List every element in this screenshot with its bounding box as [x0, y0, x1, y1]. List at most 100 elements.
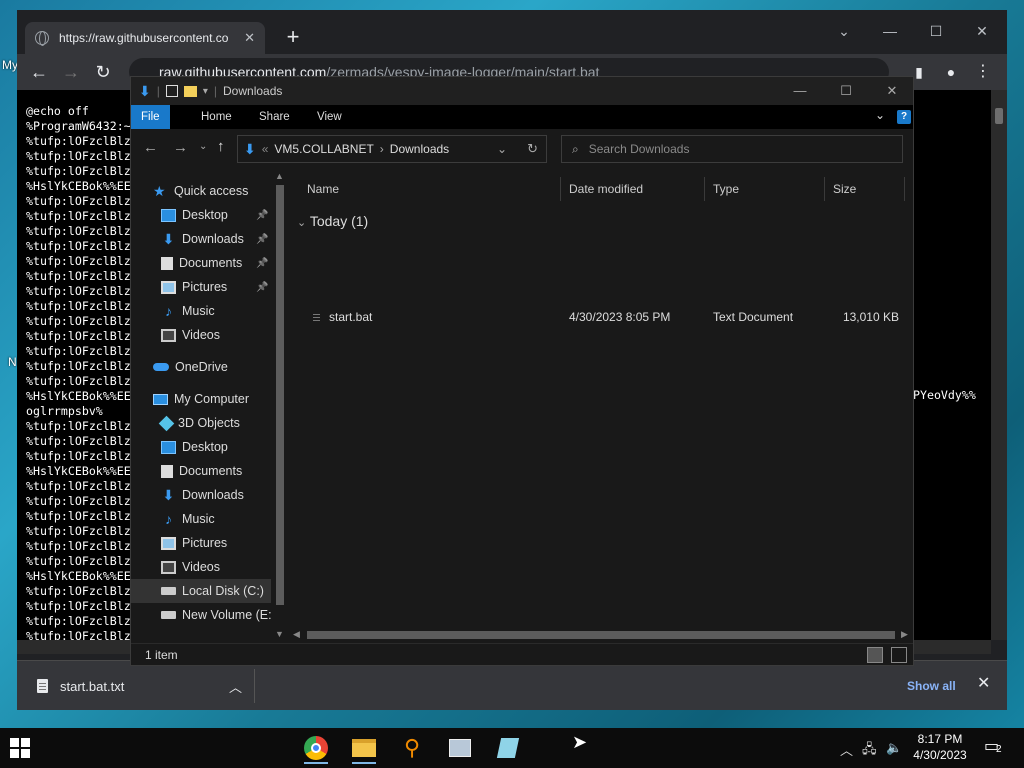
breadcrumb-current[interactable]: Downloads [390, 142, 449, 156]
profile-icon[interactable]: ● [937, 58, 965, 86]
sidebar-item-label: OneDrive [175, 360, 228, 374]
sidebar-item-pictures[interactable]: Pictures [131, 531, 271, 555]
notepad-app-icon[interactable] [488, 732, 528, 764]
explorer-maximize-button[interactable]: ☐ [823, 77, 869, 105]
code-line: %HslYkCEBok%%EE [26, 179, 131, 193]
navigation-scrollbar[interactable]: ▲ ▼ [271, 169, 289, 643]
search-input[interactable]: ⌕ Search Downloads [561, 135, 903, 163]
tab-close-icon[interactable]: ✕ [244, 30, 255, 46]
network-app-icon[interactable] [440, 732, 480, 764]
sidebar-item-videos[interactable]: Videos [131, 323, 271, 347]
new-tab-button[interactable]: + [279, 24, 307, 52]
sidebar-item-new-volume-e[interactable]: New Volume (E:) [131, 603, 276, 627]
download-item[interactable]: start.bat.txt ︿ [25, 669, 255, 703]
large-icons-view-icon[interactable] [891, 647, 907, 663]
pin-icon: 📌 [256, 233, 269, 245]
sidebar-item-downloads[interactable]: ⬇ Downloads [131, 483, 271, 507]
forward-arrow-icon[interactable]: → [57, 58, 85, 86]
close-download-bar-icon[interactable]: ✕ [977, 673, 990, 693]
code-line: %tufp:lOFzclBlz [26, 239, 131, 253]
up-arrow-icon[interactable]: ↑ [217, 138, 225, 155]
back-arrow-icon[interactable]: ← [25, 58, 53, 86]
breadcrumb[interactable]: ⬇ « VM5.COLLABNET › Downloads ⌄ ↻ [237, 135, 547, 163]
show-all-button[interactable]: Show all [903, 675, 960, 697]
sidebar-item-music[interactable]: ♪ Music [131, 507, 271, 531]
sidebar-item-label: Music [182, 512, 215, 526]
menu-icon[interactable]: ⋮ [969, 58, 997, 86]
forward-arrow-icon[interactable]: → [173, 139, 188, 156]
code-line: %tufp:lOFzclBlz [26, 224, 131, 238]
group-header[interactable]: ⌄ Today (1) [297, 213, 368, 229]
downloads-icon: ⬇ [139, 82, 151, 99]
network-icon[interactable]: 🖧 [862, 740, 877, 762]
chevron-up-icon[interactable]: ︿ [229, 677, 242, 696]
code-line: %tufp:lOFzclBlz [26, 584, 131, 598]
details-view-icon[interactable] [867, 647, 883, 663]
file-list-horizontal-scrollbar[interactable]: ◀ ▶ [289, 627, 913, 643]
customize-toolbar-icon[interactable]: ▾ [203, 86, 208, 97]
sidebar-item-quick-access[interactable]: ★ Quick access [131, 179, 271, 203]
tab-home[interactable]: Home [191, 105, 242, 129]
code-line: %tufp:lOFzclBlz [26, 284, 131, 298]
column-header-date[interactable]: Date modified [561, 177, 705, 201]
desktop-icon-label[interactable]: N [8, 355, 17, 369]
file-size: 13,010 KB [842, 310, 899, 324]
recent-locations-icon[interactable]: ⌄ [199, 141, 207, 152]
music-folder-icon: ♪ [165, 303, 172, 319]
sidebar-item-videos[interactable]: Videos [131, 555, 271, 579]
start-button[interactable] [10, 738, 30, 758]
browser-tab[interactable]: https://raw.githubusercontent.co ✕ [25, 22, 265, 54]
breadcrumb-root[interactable]: VM5.COLLABNET [274, 142, 373, 156]
code-line: oglrrmpsbv% [26, 404, 103, 418]
file-row[interactable]: start.bat 4/30/2023 8:05 PM Text Documen… [289, 305, 913, 329]
help-icon[interactable]: ? [897, 110, 911, 124]
sidebar-item-onedrive[interactable]: OneDrive [131, 355, 271, 379]
sidebar-item-label: Videos [182, 560, 220, 574]
new-folder-icon[interactable] [183, 85, 197, 97]
sidebar-item-label: Quick access [174, 184, 249, 198]
column-header-name[interactable]: Name [299, 177, 561, 201]
column-header-size[interactable]: Size [825, 177, 905, 201]
download-filename: start.bat.txt [60, 678, 125, 694]
sidebar-item-pictures[interactable]: Pictures 📌 [131, 275, 271, 299]
chrome-minimize-button[interactable]: — [867, 16, 913, 46]
code-line: %HslYkCEBok%%EE [26, 389, 131, 403]
chrome-icon[interactable] [296, 732, 336, 764]
explorer-minimize-button[interactable]: — [777, 77, 823, 105]
globe-icon [35, 31, 49, 46]
reload-icon[interactable]: ↻ [89, 58, 117, 86]
tab-share[interactable]: Share [249, 105, 300, 129]
chevron-up-icon[interactable]: ︿ [840, 740, 853, 759]
vertical-scrollbar[interactable] [991, 90, 1007, 640]
clock[interactable]: 8:17 PM 4/30/2023 [912, 731, 968, 763]
explorer-close-button[interactable]: ✕ [869, 77, 915, 105]
back-arrow-icon[interactable]: ← [143, 139, 158, 156]
tab-view[interactable]: View [307, 105, 352, 129]
tab-file[interactable]: File [131, 105, 170, 129]
chrome-close-button[interactable]: ✕ [959, 16, 1005, 46]
search-tool-icon[interactable]: ⚲ [392, 732, 432, 764]
sidebar-item-downloads[interactable]: ⬇ Downloads 📌 [131, 227, 271, 251]
file-explorer-icon[interactable] [344, 732, 384, 764]
properties-icon[interactable] [165, 85, 178, 97]
sidebar-item-documents[interactable]: Documents [131, 459, 271, 483]
chevron-down-icon[interactable]: ⌄ [875, 108, 885, 122]
refresh-icon[interactable]: ↻ [527, 141, 538, 157]
chrome-maximize-button[interactable]: ☐ [913, 16, 959, 46]
notification-count: 2 [996, 744, 1002, 755]
notification-center-icon[interactable]: ▭ 2 [984, 736, 1008, 758]
tab-title: https://raw.githubusercontent.co [59, 31, 229, 45]
column-header-type[interactable]: Type [705, 177, 825, 201]
chevron-down-icon[interactable]: ⌄ [497, 142, 507, 156]
volume-icon[interactable]: 🔈 [886, 740, 902, 756]
sidebar-item-desktop[interactable]: Desktop 📌 [131, 203, 271, 227]
sidebar-item-my-computer[interactable]: My Computer [131, 387, 271, 411]
chrome-minimize-button[interactable]: ⌄ [821, 16, 867, 46]
code-line: %tufp:lOFzclBlz [26, 269, 131, 283]
sidebar-item-desktop[interactable]: Desktop [131, 435, 271, 459]
sidebar-item-music[interactable]: ♪ Music [131, 299, 271, 323]
sidebar-item-documents[interactable]: Documents 📌 [131, 251, 271, 275]
sidebar-item-3d-objects[interactable]: 3D Objects [131, 411, 271, 435]
sidebar-item-local-disk-c[interactable]: Local Disk (C:) [131, 579, 271, 603]
desktop-icon-label[interactable]: My [2, 58, 18, 72]
